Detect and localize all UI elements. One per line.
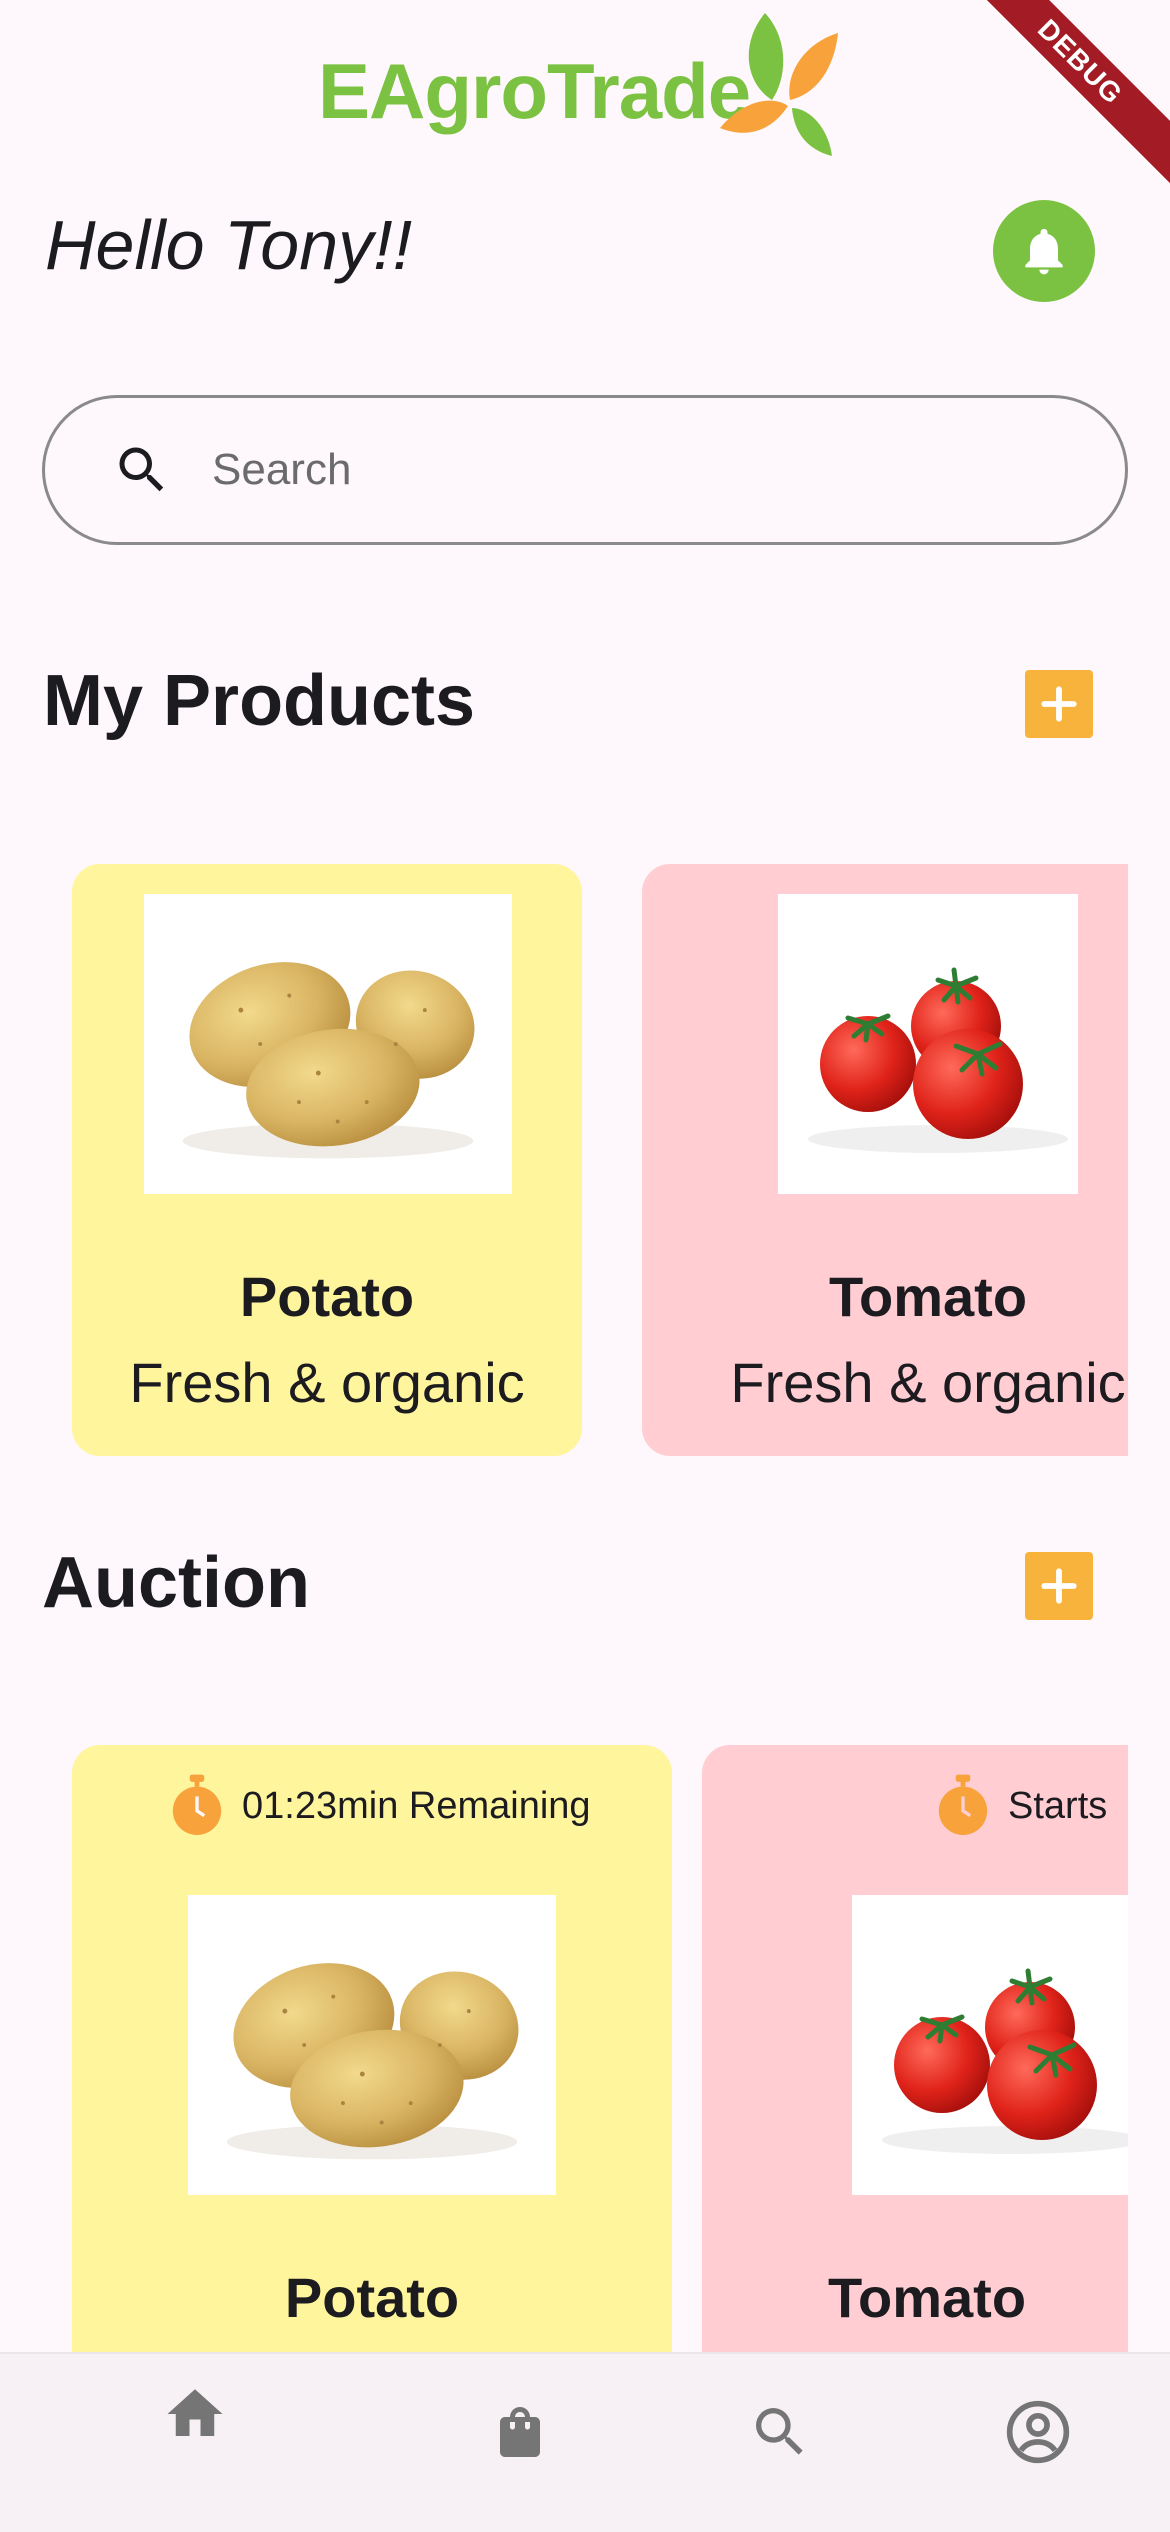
auction-image (188, 1895, 556, 2195)
plus-icon (1041, 1568, 1077, 1604)
nav-home[interactable] (155, 2374, 235, 2454)
product-description: Fresh & organic (129, 1351, 525, 1414)
content-clip: Potato Fresh & organic Tomato Fresh & or… (0, 0, 1128, 2532)
auction-timer-text: Starts (1008, 1784, 1108, 1827)
auction-product-name: Potato (284, 2266, 460, 2329)
product-card[interactable]: Tomato Fresh & organic (642, 864, 1128, 1456)
auction-title: Auction (42, 1543, 310, 1623)
home-icon (167, 2389, 223, 2436)
product-image (144, 894, 512, 1194)
auction-card[interactable]: Starts Tomato (702, 1745, 1128, 2385)
nav-profile[interactable] (998, 2392, 1078, 2472)
bottom-navigation (0, 2352, 1170, 2532)
auction-image (852, 1895, 1128, 2195)
auction-timer-text: 01:23min Remaining (242, 1784, 591, 1827)
shopping-bag-icon (500, 2407, 540, 2457)
search-icon (756, 2408, 803, 2455)
nav-search[interactable] (740, 2392, 820, 2472)
auction-timer: Starts (934, 1773, 1107, 1839)
account-circle-icon (1006, 2400, 1070, 2464)
timer-icon (938, 1774, 988, 1835)
auction-timer: 01:23min Remaining (168, 1773, 591, 1839)
product-name: Tomato (828, 1265, 1028, 1328)
timer-icon (172, 1774, 222, 1835)
product-name: Potato (239, 1265, 415, 1328)
product-card[interactable]: Potato Fresh & organic (72, 864, 582, 1456)
product-image (778, 894, 1078, 1194)
auction-product-name: Tomato (827, 2266, 1027, 2329)
auction-card[interactable]: 01:23min Remaining Potato (72, 1745, 672, 2385)
nav-orders[interactable] (480, 2392, 560, 2472)
add-auction-button[interactable] (1025, 1552, 1093, 1620)
product-description: Fresh & organic (730, 1351, 1126, 1414)
